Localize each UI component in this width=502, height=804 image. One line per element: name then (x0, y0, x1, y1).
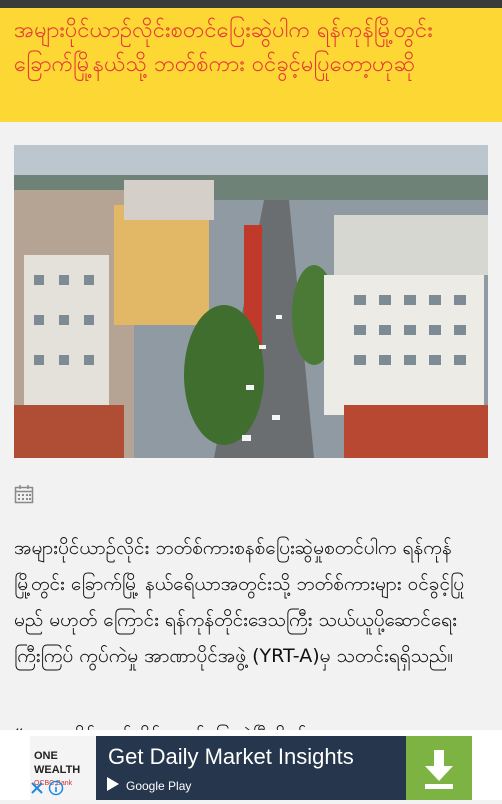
download-icon (425, 750, 453, 789)
close-icon[interactable] (30, 780, 44, 794)
ad-headline: Get Daily Market Insights (108, 744, 354, 769)
google-play-icon (106, 776, 120, 796)
status-bar (0, 0, 502, 8)
ad-banner[interactable]: ONE WEALTH OCBC Bank Get Daily Market In… (0, 730, 502, 800)
info-icon[interactable] (48, 780, 64, 796)
ad-panel[interactable]: Get Daily Market Insights Google Play (96, 736, 406, 800)
calendar-icon (14, 484, 34, 504)
ad-logo-line2: WEALTH (34, 764, 81, 776)
article-photo[interactable] (14, 145, 488, 458)
article-title: အများပိုင်ယာဉ်လိုင်းစတင်ပြေးဆွဲပါက ရန်ကု… (14, 18, 433, 77)
download-button[interactable] (406, 736, 472, 800)
google-play-label: Google Play (126, 779, 192, 793)
title-banner: အများပိုင်ယာဉ်လိုင်းစတင်ပြေးဆွဲပါက ရန်ကု… (0, 8, 502, 122)
ad-logo-line1: ONE (34, 750, 58, 762)
google-play-badge[interactable]: Google Play (106, 776, 191, 796)
article-body: အများပိုင်ယာဉ်လိုင်း ဘတ်စ်ကားစနစ်ပြေးဆွဲ… (14, 537, 465, 667)
